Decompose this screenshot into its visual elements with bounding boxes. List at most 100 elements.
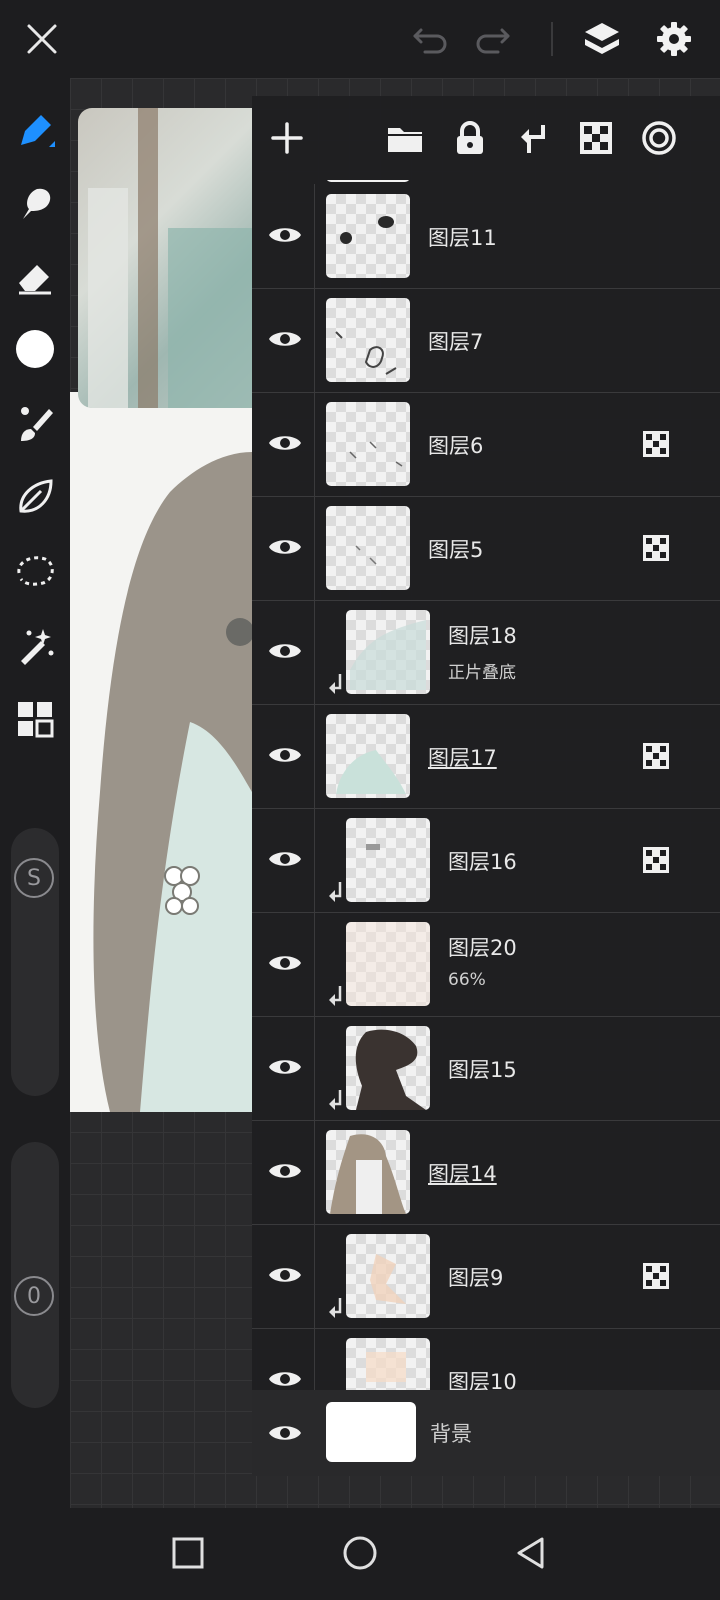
close-icon[interactable]	[17, 14, 67, 64]
blend-mode-label: 正片叠底	[448, 663, 516, 683]
layers-toolbar	[252, 96, 720, 180]
target-icon[interactable]	[633, 112, 685, 164]
row-divider	[314, 288, 315, 392]
gear-icon[interactable]	[649, 14, 699, 64]
layer-thumbnail	[326, 298, 410, 382]
home-icon[interactable]	[335, 1528, 385, 1578]
layer-row[interactable]: 图层14	[252, 1120, 720, 1225]
alpha-lock-icon[interactable]	[642, 846, 670, 874]
layer-name: 图层16	[448, 850, 517, 874]
eye-icon[interactable]	[260, 418, 310, 468]
transparency-icon[interactable]	[570, 112, 622, 164]
clipping-mask-icon	[329, 882, 342, 902]
eye-icon[interactable]	[260, 522, 310, 572]
layers-panel: 图层11 图层7 图层6 图层5 图层18 正片叠底 图层17 图层16 图层2…	[252, 96, 720, 1476]
layer-row[interactable]: 图层11	[252, 184, 720, 289]
layers-icon[interactable]	[577, 14, 627, 64]
size-indicator: S	[14, 858, 54, 898]
eye-icon[interactable]	[260, 210, 310, 260]
layer-thumbnail	[326, 194, 410, 278]
layer-row[interactable]: 图层18 正片叠底	[252, 600, 720, 705]
layer-thumbnail	[346, 610, 430, 694]
row-divider	[314, 600, 315, 704]
layer-thumbnail	[326, 1402, 416, 1462]
alpha-lock-icon[interactable]	[642, 534, 670, 562]
redo-icon[interactable]	[467, 14, 517, 64]
eye-icon[interactable]	[260, 314, 310, 364]
merge-down-icon[interactable]	[508, 112, 560, 164]
layer-name: 图层15	[448, 1058, 517, 1082]
layer-row[interactable]: 图层7	[252, 288, 720, 393]
grid-icon[interactable]	[10, 694, 60, 744]
layer-thumbnail	[326, 1130, 410, 1214]
background-layer-row[interactable]: 背景	[252, 1390, 720, 1476]
layer-row[interactable]: 图层9	[252, 1224, 720, 1329]
layer-row[interactable]: 图层20 66%	[252, 912, 720, 1017]
brush-icon[interactable]	[10, 106, 60, 156]
layer-name: 图层6	[428, 434, 484, 458]
row-divider	[314, 1016, 315, 1120]
eye-icon[interactable]	[260, 1354, 310, 1390]
smudge-icon[interactable]	[10, 178, 60, 228]
layer-row[interactable]: 图层16	[252, 808, 720, 913]
brush-settings-icon[interactable]	[10, 398, 60, 448]
layer-thumbnail	[346, 1234, 430, 1318]
opacity-indicator: 0	[14, 1276, 54, 1316]
row-divider	[314, 704, 315, 808]
eye-icon[interactable]	[260, 626, 310, 676]
layer-name: 背景	[430, 1422, 472, 1446]
system-nav-bar	[0, 1508, 720, 1600]
alpha-lock-icon[interactable]	[642, 742, 670, 770]
color-swatch[interactable]	[10, 324, 60, 374]
eye-icon[interactable]	[260, 834, 310, 884]
row-divider	[314, 1120, 315, 1224]
layer-name: 图层11	[428, 226, 497, 250]
eye-icon[interactable]	[260, 1408, 310, 1458]
eye-icon[interactable]	[260, 730, 310, 780]
layer-thumbnail	[326, 402, 410, 486]
layer-row[interactable]: 图层17	[252, 704, 720, 809]
layer-thumbnail	[346, 1026, 430, 1110]
row-divider	[314, 392, 315, 496]
top-bar	[0, 0, 720, 78]
row-divider	[314, 912, 315, 1016]
leaf-icon[interactable]	[10, 472, 60, 522]
row-divider	[314, 496, 315, 600]
eye-icon[interactable]	[260, 1042, 310, 1092]
undo-icon[interactable]	[406, 14, 456, 64]
eye-icon[interactable]	[260, 938, 310, 988]
layer-list[interactable]: 图层11 图层7 图层6 图层5 图层18 正片叠底 图层17 图层16 图层2…	[252, 180, 720, 1390]
artwork-canvas[interactable]	[70, 392, 252, 1112]
eye-icon[interactable]	[260, 1250, 310, 1300]
layer-name: 图层17	[428, 746, 497, 770]
layer-name: 图层18	[448, 624, 517, 648]
layer-row[interactable]: 图层6	[252, 392, 720, 497]
alpha-lock-icon[interactable]	[642, 430, 670, 458]
layer-row[interactable]: 图层5	[252, 496, 720, 601]
alpha-lock-icon[interactable]	[642, 1262, 670, 1290]
clipping-mask-icon	[329, 1090, 342, 1110]
add-layer-icon[interactable]	[261, 112, 313, 164]
clipping-mask-icon	[329, 674, 342, 694]
eraser-icon[interactable]	[10, 252, 60, 302]
opacity-slider[interactable]	[11, 1142, 59, 1408]
layer-row[interactable]: 图层15	[252, 1016, 720, 1121]
row-divider	[314, 1328, 315, 1390]
layer-thumbnail	[326, 714, 410, 798]
layer-row[interactable]: 图层10	[252, 1328, 720, 1390]
back-icon[interactable]	[506, 1528, 556, 1578]
eye-icon[interactable]	[260, 1146, 310, 1196]
magic-wand-icon[interactable]	[10, 620, 60, 670]
layer-name: 图层20	[448, 936, 517, 960]
layer-thumbnail	[346, 922, 430, 1006]
reference-image[interactable]	[78, 108, 252, 408]
recent-apps-icon[interactable]	[163, 1528, 213, 1578]
opacity-label: 66%	[448, 970, 486, 990]
layer-thumbnail	[326, 506, 410, 590]
folder-icon[interactable]	[379, 112, 431, 164]
layer-thumbnail	[326, 180, 410, 182]
lasso-icon[interactable]	[10, 546, 60, 596]
lock-icon[interactable]	[444, 112, 496, 164]
row-divider	[314, 808, 315, 912]
layer-name: 图层5	[428, 538, 484, 562]
